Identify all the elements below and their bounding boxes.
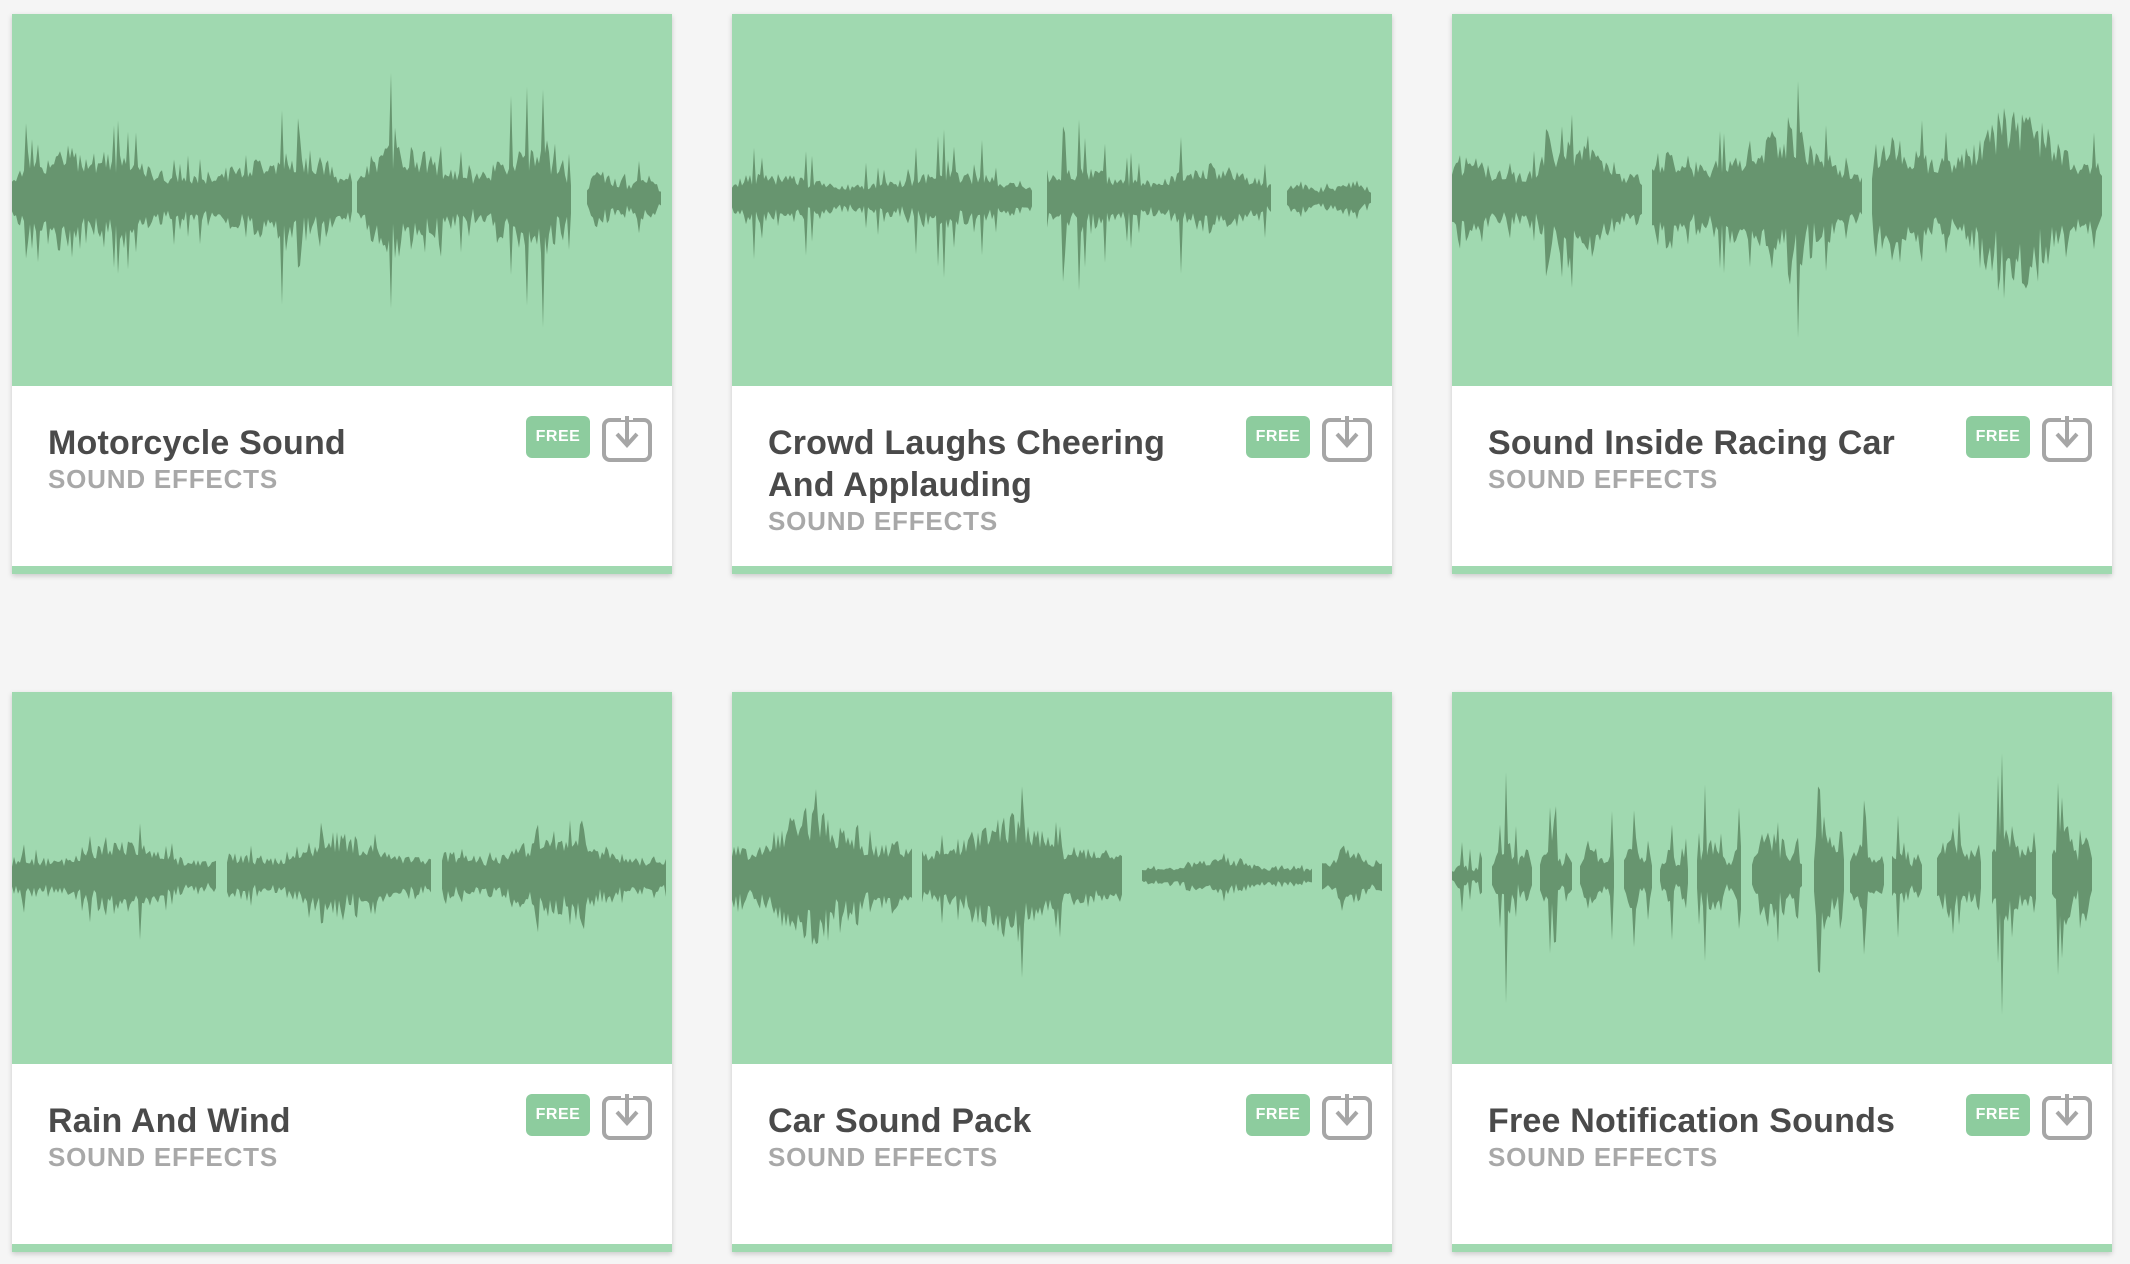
waveform-shape bbox=[1580, 811, 1614, 941]
download-icon[interactable] bbox=[2041, 412, 2093, 464]
card-accent-bar bbox=[732, 1244, 1392, 1252]
card-accent-bar bbox=[1452, 1244, 2112, 1252]
waveform-shape bbox=[732, 789, 912, 945]
waveform-graphic bbox=[12, 72, 661, 328]
waveform-shape bbox=[1452, 114, 1642, 288]
download-icon[interactable] bbox=[1321, 1090, 1373, 1142]
waveform-shape bbox=[1660, 824, 1688, 941]
waveform-thumbnail[interactable] bbox=[732, 692, 1392, 1064]
waveform-shape bbox=[1937, 811, 1981, 935]
sound-card[interactable]: Car Sound Pack SOUND EFFECTS FREE bbox=[732, 692, 1392, 1252]
card-category[interactable]: SOUND EFFECTS bbox=[48, 1142, 278, 1173]
waveform-graphic bbox=[12, 820, 666, 940]
waveform-shape bbox=[1287, 180, 1371, 220]
card-category[interactable]: SOUND EFFECTS bbox=[48, 464, 278, 495]
waveform-shape bbox=[922, 786, 1122, 978]
waveform-shape bbox=[12, 110, 352, 305]
card-category[interactable]: SOUND EFFECTS bbox=[1488, 1142, 1718, 1173]
waveform-graphic bbox=[1452, 753, 2092, 1015]
waveform-shape bbox=[587, 160, 661, 234]
card-title[interactable]: Car Sound Pack bbox=[768, 1100, 1218, 1142]
waveform-shape bbox=[1624, 810, 1652, 948]
waveform-shape bbox=[12, 823, 216, 940]
waveform-thumbnail[interactable] bbox=[1452, 14, 2112, 386]
card-title[interactable]: Sound Inside Racing Car bbox=[1488, 422, 1938, 464]
download-icon[interactable] bbox=[1321, 412, 1373, 464]
sound-card[interactable]: Rain And Wind SOUND EFFECTS FREE bbox=[12, 692, 672, 1252]
card-category[interactable]: SOUND EFFECTS bbox=[768, 1142, 998, 1173]
waveform-shape bbox=[1892, 815, 1922, 938]
waveform-shape bbox=[1850, 800, 1884, 955]
waveform-shape bbox=[1452, 841, 1482, 913]
waveform-shape bbox=[1872, 108, 2102, 299]
waveform-thumbnail[interactable] bbox=[1452, 692, 2112, 1064]
waveform-graphic bbox=[732, 119, 1371, 291]
card-accent-bar bbox=[12, 566, 672, 574]
waveform-shape bbox=[227, 822, 431, 924]
waveform-shape bbox=[1322, 845, 1382, 911]
waveform-shape bbox=[1814, 786, 1844, 974]
waveform-shape bbox=[1047, 119, 1271, 291]
free-badge: FREE bbox=[1246, 416, 1310, 458]
waveform-shape bbox=[1142, 853, 1312, 902]
download-icon[interactable] bbox=[601, 1090, 653, 1142]
waveform-shape bbox=[2052, 782, 2092, 976]
free-badge: FREE bbox=[1966, 416, 2030, 458]
card-category[interactable]: SOUND EFFECTS bbox=[1488, 464, 1718, 495]
sound-card[interactable]: Crowd Laughs Cheering And Applauding SOU… bbox=[732, 14, 1392, 574]
waveform-graphic bbox=[1452, 81, 2102, 338]
download-icon[interactable] bbox=[601, 412, 653, 464]
card-accent-bar bbox=[1452, 566, 2112, 574]
waveform-shape bbox=[357, 72, 571, 328]
waveform-thumbnail[interactable] bbox=[732, 14, 1392, 386]
waveform-thumbnail[interactable] bbox=[12, 14, 672, 386]
sound-card[interactable]: Motorcycle Sound SOUND EFFECTS FREE bbox=[12, 14, 672, 574]
waveform-thumbnail[interactable] bbox=[12, 692, 672, 1064]
sound-card[interactable]: Free Notification Sounds SOUND EFFECTS F… bbox=[1452, 692, 2112, 1252]
waveform-shape bbox=[1697, 784, 1741, 962]
card-title[interactable]: Rain And Wind bbox=[48, 1100, 498, 1142]
waveform-shape bbox=[1652, 81, 1862, 338]
waveform-graphic bbox=[732, 786, 1382, 978]
card-title[interactable]: Free Notification Sounds bbox=[1488, 1100, 1938, 1142]
sound-card[interactable]: Sound Inside Racing Car SOUND EFFECTS FR… bbox=[1452, 14, 2112, 574]
card-category[interactable]: SOUND EFFECTS bbox=[768, 506, 998, 537]
waveform-shape bbox=[1992, 753, 2036, 1015]
card-accent-bar bbox=[12, 1244, 672, 1252]
card-accent-bar bbox=[732, 566, 1392, 574]
waveform-shape bbox=[1540, 806, 1572, 954]
waveform-shape bbox=[1492, 772, 1532, 1004]
waveform-shape bbox=[1752, 822, 1802, 943]
card-title[interactable]: Crowd Laughs Cheering And Applauding bbox=[768, 422, 1218, 506]
waveform-shape bbox=[732, 129, 1032, 278]
download-icon[interactable] bbox=[2041, 1090, 2093, 1142]
free-badge: FREE bbox=[1966, 1094, 2030, 1136]
waveform-shape bbox=[442, 820, 666, 933]
card-title[interactable]: Motorcycle Sound bbox=[48, 422, 498, 464]
free-badge: FREE bbox=[526, 1094, 590, 1136]
free-badge: FREE bbox=[1246, 1094, 1310, 1136]
free-badge: FREE bbox=[526, 416, 590, 458]
